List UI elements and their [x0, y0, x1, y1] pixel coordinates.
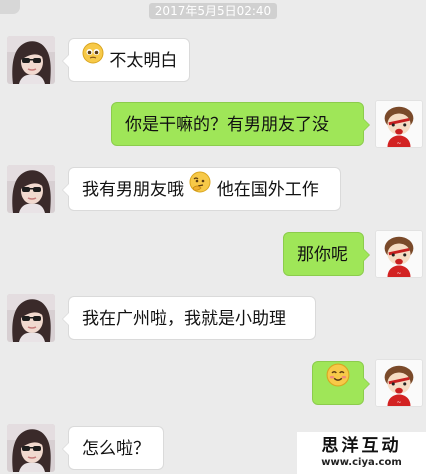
message-text: 我在广州啦，我就是小助理	[82, 309, 286, 329]
sender-avatar[interactable]	[7, 424, 55, 472]
message-text: 那你呢	[297, 245, 348, 265]
my-avatar[interactable]	[375, 100, 423, 148]
message-bubble[interactable]: 不太明白	[62, 37, 190, 82]
message-text: 他在国外工作	[216, 180, 319, 200]
watermark-url: www.ciya.com	[321, 457, 402, 468]
message-bubble[interactable]: 我有男朋友哦 他在国外工作	[62, 166, 341, 211]
message-bubble[interactable]: 我在广州啦，我就是小助理	[62, 296, 316, 340]
site-watermark: 思洋互动 www.ciya.com	[297, 432, 426, 474]
watermark-title: 思洋互动	[321, 436, 402, 456]
sender-avatar[interactable]	[7, 165, 55, 213]
message-bubble[interactable]: 那你呢	[283, 232, 370, 276]
timestamp-row: 2017年5月5日02:40	[0, 0, 426, 19]
message-text: 不太明白	[109, 51, 178, 71]
sender-avatar[interactable]	[7, 294, 55, 342]
message-text: 你是干嘛的？有男朋友了没	[125, 115, 329, 135]
pleading-face-icon	[82, 37, 104, 81]
thinking-face-icon	[189, 166, 211, 210]
my-avatar[interactable]	[375, 230, 423, 278]
message-text: 怎么啦？	[82, 439, 150, 459]
message-text: 我有男朋友哦	[82, 180, 184, 200]
timestamp: 2017年5月5日02:40	[148, 3, 278, 19]
my-avatar[interactable]	[375, 359, 423, 407]
blushing-smile-icon	[326, 360, 350, 404]
message-bubble[interactable]: 你是干嘛的？有男朋友了没	[111, 102, 370, 146]
message-bubble[interactable]: 怎么啦？	[62, 426, 164, 470]
sender-avatar[interactable]	[7, 36, 55, 84]
message-bubble[interactable]	[312, 360, 370, 405]
